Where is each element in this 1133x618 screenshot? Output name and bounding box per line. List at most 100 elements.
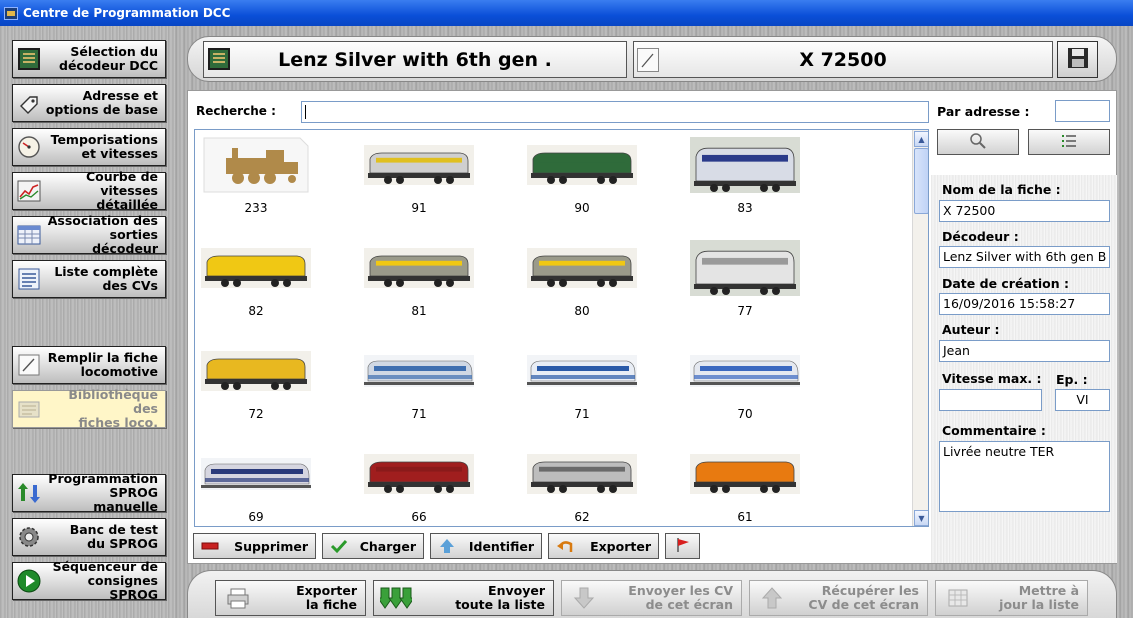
loco-photo bbox=[359, 444, 479, 504]
loco-thumbnail[interactable]: 77 bbox=[685, 238, 805, 318]
scroll-down-arrow[interactable]: ▼ bbox=[914, 510, 928, 526]
flag-icon bbox=[675, 537, 691, 556]
nav-library[interactable]: Bibliothèque des fiches loco. bbox=[12, 388, 166, 430]
loco-address-caption: 69 bbox=[248, 510, 264, 524]
pen-icon bbox=[637, 48, 659, 72]
flag-button[interactable] bbox=[665, 533, 700, 559]
send-cv-button[interactable]: Envoyer les CV de cet écran bbox=[561, 580, 742, 616]
max-speed-input[interactable] bbox=[939, 389, 1042, 411]
decoder-input[interactable]: Lenz Silver with 6th gen B bbox=[939, 246, 1110, 268]
decoder-name-field[interactable]: Lenz Silver with 6th gen . bbox=[203, 41, 627, 78]
loco-thumbnail[interactable]: 70 bbox=[685, 341, 805, 421]
library-panel: Recherche : ▲ ▼ 233 91 90 83 82 81 80 77 72 71 71 7… bbox=[187, 90, 1117, 564]
load-label: Charger bbox=[359, 538, 416, 554]
loco-thumbnail[interactable]: 72 bbox=[196, 341, 316, 421]
loco-photo bbox=[359, 238, 479, 298]
window-title-bar: Centre de Programmation DCC bbox=[0, 0, 1133, 26]
nav-cv-list[interactable]: Liste complète des CVs bbox=[12, 260, 166, 298]
era-input[interactable]: VI bbox=[1055, 389, 1110, 411]
update-list-button[interactable]: Mettre à jour la liste bbox=[935, 580, 1088, 616]
nav-label: Association des sorties décodeur bbox=[47, 213, 158, 256]
nav-sprog-sequencer[interactable]: Séquenceur de consignes SPROG bbox=[12, 560, 166, 602]
loco-photo bbox=[685, 135, 805, 195]
loco-address-caption: 81 bbox=[411, 304, 427, 318]
loco-thumbnail[interactable]: 81 bbox=[359, 238, 479, 318]
loco-thumbnail[interactable]: 61 bbox=[685, 444, 805, 524]
loco-thumbnail[interactable]: 83 bbox=[685, 135, 805, 215]
send-cv-label: Envoyer les CV de cet écran bbox=[628, 583, 733, 612]
address-input[interactable] bbox=[1055, 100, 1110, 122]
loco-thumbnail[interactable]: 69 bbox=[196, 444, 316, 524]
gauge-icon bbox=[16, 134, 42, 160]
loco-thumbnail[interactable]: 233 bbox=[196, 135, 316, 215]
loco-thumbnail[interactable]: 90 bbox=[522, 135, 642, 215]
up-arrow-icon bbox=[756, 586, 788, 610]
nav-label: Temporisations et vitesses bbox=[50, 132, 158, 161]
loco-thumbnail[interactable]: 82 bbox=[196, 238, 316, 318]
loco-address-caption: 90 bbox=[574, 201, 590, 215]
decoder-chip-icon bbox=[16, 46, 42, 72]
decoder-name: Lenz Silver with 6th gen . bbox=[278, 48, 552, 71]
loco-address-caption: 72 bbox=[248, 407, 264, 421]
loco-photo bbox=[359, 135, 479, 195]
sheet-name-field[interactable]: X 72500 bbox=[633, 41, 1053, 78]
nav-sprog-manual[interactable]: Programmation SPROG manuelle bbox=[12, 472, 166, 514]
floppy-disk-icon bbox=[1067, 47, 1089, 72]
nav-decoder-outputs[interactable]: Association des sorties décodeur bbox=[12, 213, 166, 256]
nav-sprog-testbench[interactable]: Banc de test du SPROG bbox=[12, 518, 166, 556]
loco-thumbnail[interactable]: 66 bbox=[359, 444, 479, 524]
comment-textarea[interactable]: Livrée neutre TER bbox=[939, 441, 1110, 512]
save-button[interactable] bbox=[1057, 41, 1098, 78]
list-view-button[interactable] bbox=[1028, 129, 1110, 155]
loco-address-caption: 91 bbox=[411, 201, 427, 215]
nav-label: Liste complète des CVs bbox=[54, 264, 158, 293]
loco-thumbnail[interactable]: 71 bbox=[522, 341, 642, 421]
loco-thumbnail[interactable]: 62 bbox=[522, 444, 642, 524]
loco-photo bbox=[196, 444, 316, 504]
sheet-name-input[interactable]: X 72500 bbox=[939, 200, 1110, 222]
app-icon bbox=[4, 6, 18, 20]
address-label: Par adresse : bbox=[937, 104, 1030, 119]
loco-address-caption: 62 bbox=[574, 510, 590, 524]
creation-date-input[interactable]: 16/09/2016 15:58:27 bbox=[939, 293, 1110, 315]
send-list-label: Envoyer toute la liste bbox=[455, 583, 545, 612]
loco-photo bbox=[196, 135, 316, 195]
tag-icon bbox=[16, 90, 42, 116]
nav-label: Courbe de vitesses détaillée bbox=[85, 169, 158, 212]
nav-timings-speeds[interactable]: Temporisations et vitesses bbox=[12, 128, 166, 166]
loco-thumbnail[interactable]: 91 bbox=[359, 135, 479, 215]
export-sheet-label: Exporter la fiche bbox=[296, 583, 357, 612]
sheet-name-label: Nom de la fiche : bbox=[942, 182, 1061, 197]
nav-decoder-selection[interactable]: Sélection du décodeur DCC bbox=[12, 40, 166, 78]
export-button[interactable]: Exporter bbox=[548, 533, 659, 559]
export-sheet-button[interactable]: Exporter la fiche bbox=[215, 580, 366, 616]
gear-icon bbox=[16, 524, 42, 550]
load-button[interactable]: Charger bbox=[322, 533, 424, 559]
vertical-scrollbar[interactable]: ▲ ▼ bbox=[912, 130, 928, 526]
library-icon bbox=[16, 396, 42, 422]
identify-button[interactable]: Identifier bbox=[430, 533, 542, 559]
printer-icon bbox=[222, 587, 254, 609]
retrieve-cv-button[interactable]: Récupérer les CV de cet écran bbox=[749, 580, 928, 616]
scroll-up-arrow[interactable]: ▲ bbox=[914, 131, 928, 147]
nav-address-options[interactable]: Adresse et options de base bbox=[12, 84, 166, 122]
scroll-thumb[interactable] bbox=[914, 148, 928, 214]
loco-address-caption: 61 bbox=[737, 510, 753, 524]
delete-button[interactable]: Supprimer bbox=[193, 533, 316, 559]
identify-label: Identifier bbox=[468, 538, 534, 554]
nav-label: Adresse et options de base bbox=[45, 88, 158, 117]
loco-photo bbox=[522, 444, 642, 504]
program-arrows-icon bbox=[16, 480, 42, 506]
loco-photo bbox=[685, 238, 805, 298]
search-button[interactable] bbox=[937, 129, 1019, 155]
loco-thumbnail[interactable]: 80 bbox=[522, 238, 642, 318]
search-input[interactable] bbox=[301, 101, 929, 123]
loco-thumbnail-grid[interactable]: ▲ ▼ 233 91 90 83 82 81 80 77 72 71 71 70 69 66 62 61 bbox=[194, 129, 929, 527]
list-icon bbox=[1061, 134, 1077, 151]
loco-thumbnail[interactable]: 71 bbox=[359, 341, 479, 421]
nav-speed-curve[interactable]: Courbe de vitesses détaillée bbox=[12, 169, 166, 212]
author-input[interactable]: Jean bbox=[939, 340, 1110, 362]
nav-label: Sélection du décodeur DCC bbox=[59, 44, 158, 73]
nav-fill-sheet[interactable]: Remplir la fiche locomotive bbox=[12, 346, 166, 384]
send-list-button[interactable]: Envoyer toute la liste bbox=[373, 580, 554, 616]
